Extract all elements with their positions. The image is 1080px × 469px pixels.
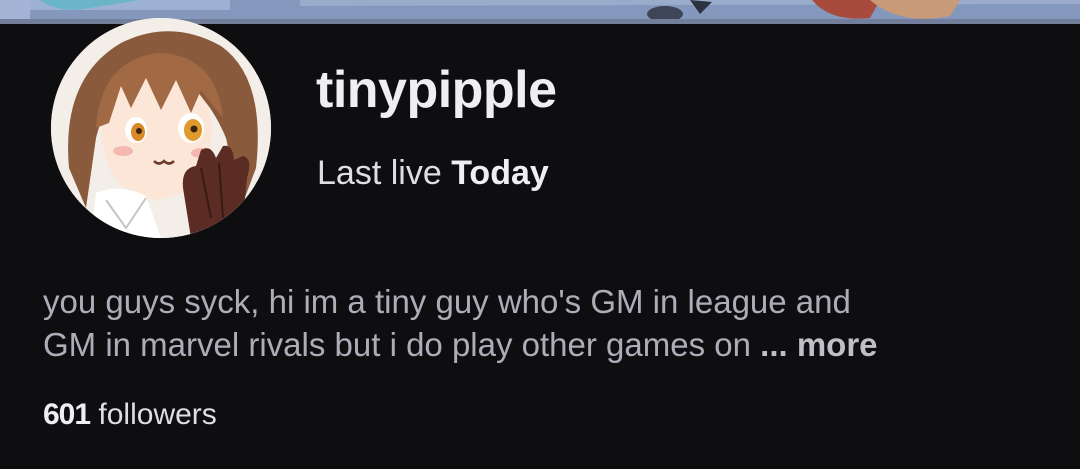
followers-count: 601 [43, 398, 91, 431]
bio-more-label: more [796, 326, 878, 363]
followers-stat[interactable]: 601 followers [43, 397, 217, 433]
last-live-value: Today [451, 154, 549, 192]
channel-username: tinypipple [316, 61, 557, 119]
bio-line-2-text: GM in marvel rivals but i do play other … [43, 326, 751, 363]
bio-line-2: GM in marvel rivals but i do play other … [43, 323, 1053, 366]
followers-label: followers [98, 398, 217, 431]
bio-ellipsis: ... [760, 326, 788, 363]
bio-more-button[interactable]: ... more [760, 326, 877, 363]
last-live-label: Last live [317, 154, 442, 192]
channel-bio: you guys syck, hi im a tiny guy who's GM… [43, 280, 1053, 366]
avatar-image [51, 18, 271, 238]
last-live-status: Last live Today [317, 154, 549, 192]
avatar[interactable] [51, 18, 271, 238]
bio-line-1: you guys syck, hi im a tiny guy who's GM… [43, 283, 851, 320]
